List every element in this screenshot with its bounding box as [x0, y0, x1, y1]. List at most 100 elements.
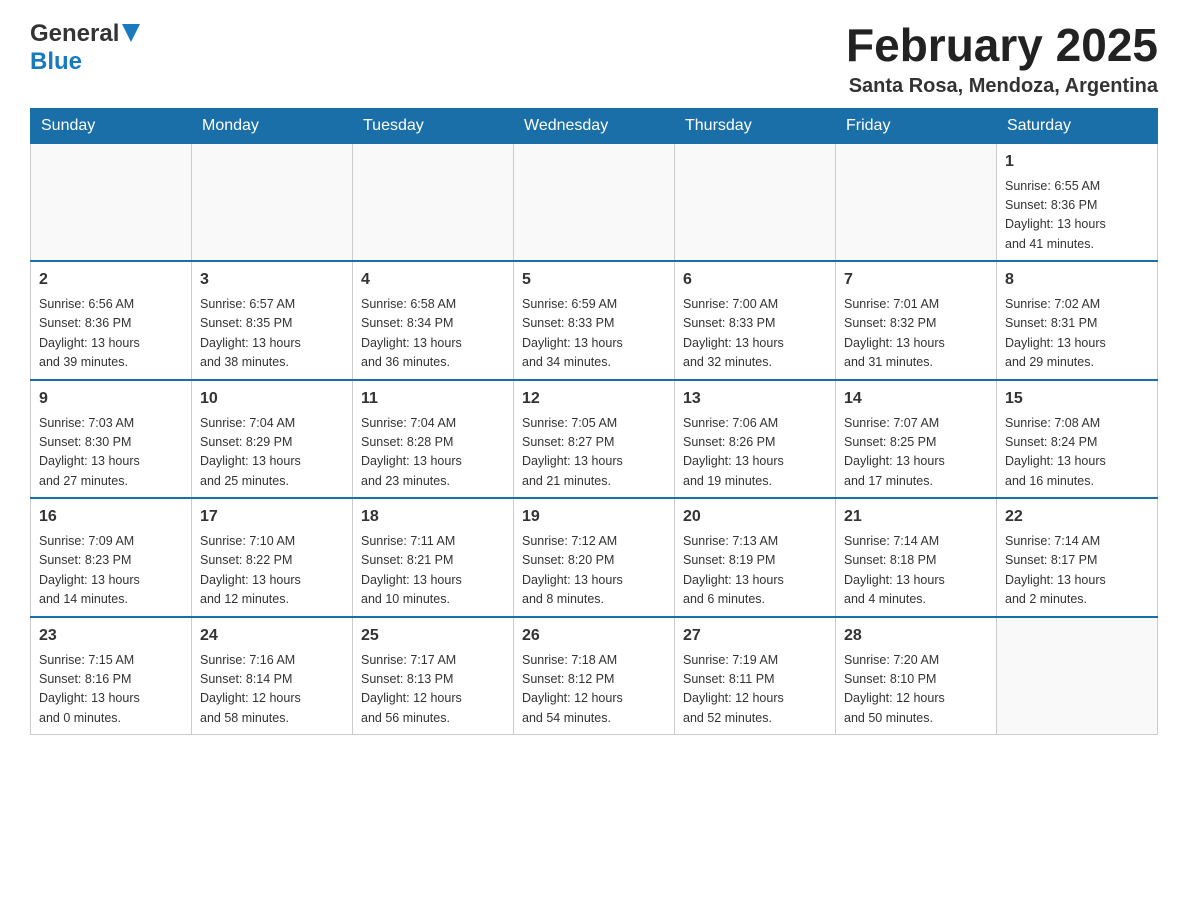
day-info: Sunrise: 7:17 AM Sunset: 8:13 PM Dayligh… [361, 651, 505, 729]
table-row: 4 Sunrise: 6:58 AM Sunset: 8:34 PM Daylig… [353, 261, 514, 380]
day-number: 2 [39, 268, 183, 292]
table-row: 1 Sunrise: 6:55 AM Sunset: 8:36 PM Daylig… [997, 143, 1158, 261]
logo-general-text: General [30, 20, 119, 48]
day-number: 20 [683, 505, 827, 529]
day-info: Sunrise: 7:14 AM Sunset: 8:18 PM Dayligh… [844, 532, 988, 610]
day-info: Sunrise: 7:02 AM Sunset: 8:31 PM Dayligh… [1005, 295, 1149, 373]
day-number: 12 [522, 387, 666, 411]
table-row: 7 Sunrise: 7:01 AM Sunset: 8:32 PM Daylig… [836, 261, 997, 380]
day-number: 10 [200, 387, 344, 411]
col-saturday: Saturday [997, 108, 1158, 143]
day-info: Sunrise: 7:11 AM Sunset: 8:21 PM Dayligh… [361, 532, 505, 610]
col-monday: Monday [192, 108, 353, 143]
table-row: 8 Sunrise: 7:02 AM Sunset: 8:31 PM Daylig… [997, 261, 1158, 380]
calendar-week-row: 9 Sunrise: 7:03 AM Sunset: 8:30 PM Daylig… [31, 380, 1158, 499]
day-info: Sunrise: 6:55 AM Sunset: 8:36 PM Dayligh… [1005, 177, 1149, 255]
day-info: Sunrise: 7:07 AM Sunset: 8:25 PM Dayligh… [844, 414, 988, 492]
day-info: Sunrise: 7:19 AM Sunset: 8:11 PM Dayligh… [683, 651, 827, 729]
table-row: 26 Sunrise: 7:18 AM Sunset: 8:12 PM Dayli… [514, 617, 675, 735]
day-info: Sunrise: 7:09 AM Sunset: 8:23 PM Dayligh… [39, 532, 183, 610]
day-info: Sunrise: 6:59 AM Sunset: 8:33 PM Dayligh… [522, 295, 666, 373]
page-header: General Blue February 2025 Santa Rosa, M… [30, 20, 1158, 98]
col-wednesday: Wednesday [514, 108, 675, 143]
logo-triangle-icon [122, 24, 140, 47]
day-number: 8 [1005, 268, 1149, 292]
day-number: 11 [361, 387, 505, 411]
day-number: 27 [683, 624, 827, 648]
table-row: 5 Sunrise: 6:59 AM Sunset: 8:33 PM Daylig… [514, 261, 675, 380]
table-row: 21 Sunrise: 7:14 AM Sunset: 8:18 PM Dayli… [836, 498, 997, 617]
day-number: 15 [1005, 387, 1149, 411]
day-number: 18 [361, 505, 505, 529]
table-row: 25 Sunrise: 7:17 AM Sunset: 8:13 PM Dayli… [353, 617, 514, 735]
day-number: 1 [1005, 150, 1149, 174]
col-thursday: Thursday [675, 108, 836, 143]
day-number: 17 [200, 505, 344, 529]
table-row [836, 143, 997, 261]
day-number: 14 [844, 387, 988, 411]
day-number: 24 [200, 624, 344, 648]
table-row [192, 143, 353, 261]
col-sunday: Sunday [31, 108, 192, 143]
table-row [353, 143, 514, 261]
calendar-week-row: 16Sunrise: 7:09 AM Sunset: 8:23 PM Dayli… [31, 498, 1158, 617]
table-row: 15 Sunrise: 7:08 AM Sunset: 8:24 PM Dayli… [997, 380, 1158, 499]
day-number: 5 [522, 268, 666, 292]
day-info: Sunrise: 7:04 AM Sunset: 8:29 PM Dayligh… [200, 414, 344, 492]
table-row: 27 Sunrise: 7:19 AM Sunset: 8:11 PM Dayli… [675, 617, 836, 735]
table-row [997, 617, 1158, 735]
day-info: Sunrise: 6:57 AM Sunset: 8:35 PM Dayligh… [200, 295, 344, 373]
day-info: Sunrise: 7:03 AM Sunset: 8:30 PM Dayligh… [39, 414, 183, 492]
day-info: Sunrise: 7:20 AM Sunset: 8:10 PM Dayligh… [844, 651, 988, 729]
table-row: 14 Sunrise: 7:07 AM Sunset: 8:25 PM Dayli… [836, 380, 997, 499]
day-info: Sunrise: 7:14 AM Sunset: 8:17 PM Dayligh… [1005, 532, 1149, 610]
day-number: 21 [844, 505, 988, 529]
location-text: Santa Rosa, Mendoza, Argentina [846, 75, 1158, 98]
day-info: Sunrise: 7:18 AM Sunset: 8:12 PM Dayligh… [522, 651, 666, 729]
day-info: Sunrise: 7:00 AM Sunset: 8:33 PM Dayligh… [683, 295, 827, 373]
day-number: 9 [39, 387, 183, 411]
day-info: Sunrise: 7:10 AM Sunset: 8:22 PM Dayligh… [200, 532, 344, 610]
day-info: Sunrise: 7:01 AM Sunset: 8:32 PM Dayligh… [844, 295, 988, 373]
logo-blue-text: Blue [30, 48, 82, 76]
table-row: 23 Sunrise: 7:15 AM Sunset: 8:16 PM Dayli… [31, 617, 192, 735]
day-number: 23 [39, 624, 183, 648]
day-info: Sunrise: 7:15 AM Sunset: 8:16 PM Dayligh… [39, 651, 183, 729]
table-row: 6 Sunrise: 7:00 AM Sunset: 8:33 PM Daylig… [675, 261, 836, 380]
table-row: 3 Sunrise: 6:57 AM Sunset: 8:35 PM Daylig… [192, 261, 353, 380]
table-row: 13Sunrise: 7:06 AM Sunset: 8:26 PM Dayli… [675, 380, 836, 499]
day-info: Sunrise: 7:05 AM Sunset: 8:27 PM Dayligh… [522, 414, 666, 492]
day-number: 4 [361, 268, 505, 292]
day-info: Sunrise: 7:12 AM Sunset: 8:20 PM Dayligh… [522, 532, 666, 610]
table-row: 17 Sunrise: 7:10 AM Sunset: 8:22 PM Dayli… [192, 498, 353, 617]
day-number: 26 [522, 624, 666, 648]
day-number: 22 [1005, 505, 1149, 529]
day-number: 25 [361, 624, 505, 648]
calendar-header-row: Sunday Monday Tuesday Wednesday Thursday… [31, 108, 1158, 143]
calendar-week-row: 2 Sunrise: 6:56 AM Sunset: 8:36 PM Daylig… [31, 261, 1158, 380]
day-info: Sunrise: 6:58 AM Sunset: 8:34 PM Dayligh… [361, 295, 505, 373]
table-row [675, 143, 836, 261]
day-info: Sunrise: 7:13 AM Sunset: 8:19 PM Dayligh… [683, 532, 827, 610]
day-number: 3 [200, 268, 344, 292]
calendar-week-row: 23 Sunrise: 7:15 AM Sunset: 8:16 PM Dayli… [31, 617, 1158, 735]
logo: General Blue [30, 20, 140, 76]
month-title: February 2025 [846, 20, 1158, 71]
calendar-week-row: 1 Sunrise: 6:55 AM Sunset: 8:36 PM Daylig… [31, 143, 1158, 261]
day-info: Sunrise: 7:06 AM Sunset: 8:26 PM Dayligh… [683, 414, 827, 492]
table-row: 20 Sunrise: 7:13 AM Sunset: 8:19 PM Dayli… [675, 498, 836, 617]
title-area: February 2025 Santa Rosa, Mendoza, Argen… [846, 20, 1158, 98]
table-row: 18 Sunrise: 7:11 AM Sunset: 8:21 PM Dayli… [353, 498, 514, 617]
table-row: 16Sunrise: 7:09 AM Sunset: 8:23 PM Dayli… [31, 498, 192, 617]
day-info: Sunrise: 7:16 AM Sunset: 8:14 PM Dayligh… [200, 651, 344, 729]
table-row [514, 143, 675, 261]
day-number: 7 [844, 268, 988, 292]
table-row: 10 Sunrise: 7:04 AM Sunset: 8:29 PM Dayli… [192, 380, 353, 499]
day-info: Sunrise: 7:08 AM Sunset: 8:24 PM Dayligh… [1005, 414, 1149, 492]
day-number: 6 [683, 268, 827, 292]
table-row: 9 Sunrise: 7:03 AM Sunset: 8:30 PM Daylig… [31, 380, 192, 499]
table-row: 22 Sunrise: 7:14 AM Sunset: 8:17 PM Dayli… [997, 498, 1158, 617]
day-number: 28 [844, 624, 988, 648]
col-tuesday: Tuesday [353, 108, 514, 143]
day-info: Sunrise: 6:56 AM Sunset: 8:36 PM Dayligh… [39, 295, 183, 373]
